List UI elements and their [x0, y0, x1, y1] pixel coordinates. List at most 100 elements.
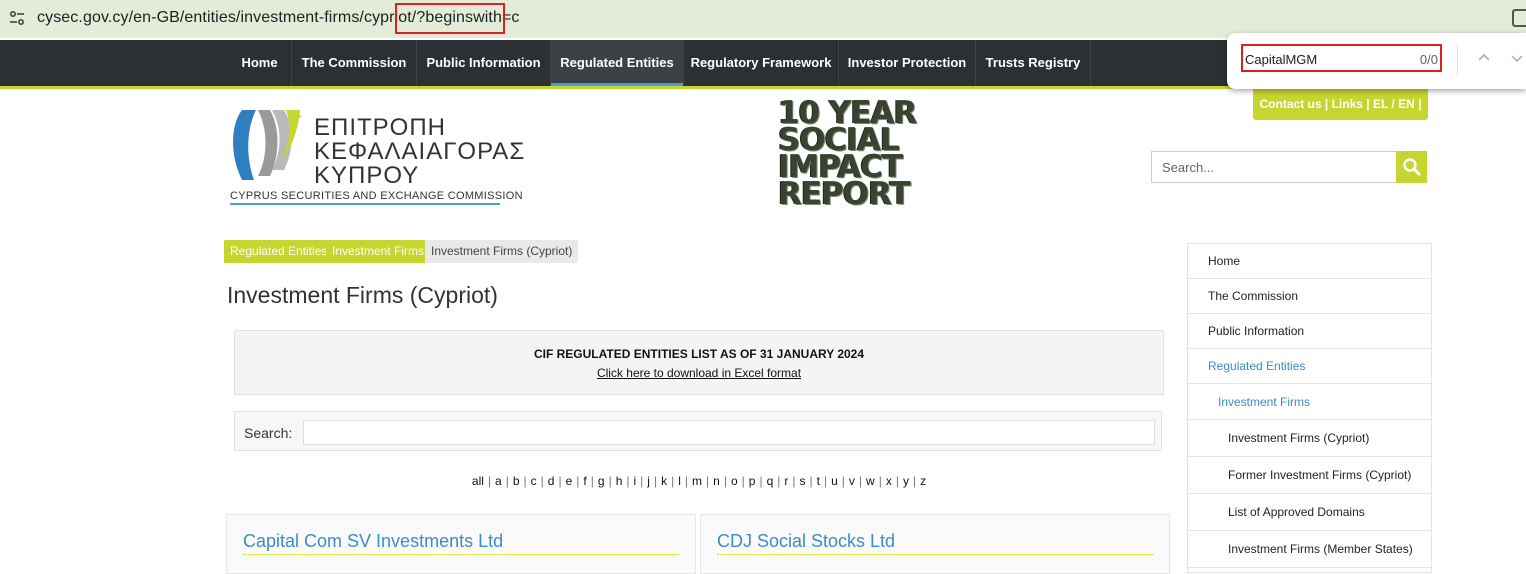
find-separator [1457, 45, 1458, 75]
alphabet-letter-u[interactable]: u [831, 474, 838, 488]
sidebar-item-public-information[interactable]: Public Information [1188, 314, 1431, 349]
logo-line-2: ΚΕΦΑΛΑΙΑΓΟΡΑΣ [314, 138, 526, 165]
alphabet-separator: | [706, 474, 710, 488]
sidebar-item-home[interactable]: Home [1188, 244, 1431, 279]
sidebar-item-regulated-entities[interactable]: Regulated Entities [1188, 349, 1431, 384]
site-search-button[interactable] [1396, 151, 1427, 183]
logo-subtitle: CYPRUS SECURITIES AND EXCHANGE COMMISSIO… [230, 190, 523, 202]
sidebar-item-investment-firms-member-states[interactable]: Investment Firms (Member States) [1188, 531, 1431, 568]
alphabet-letter-all[interactable]: all [472, 474, 484, 488]
alphabet-separator: | [912, 474, 917, 488]
firm-card-title[interactable]: Capital Com SV Investments Ltd [243, 531, 503, 552]
language-link[interactable]: EL / EN [1373, 97, 1415, 111]
alphabet-separator: | [653, 474, 658, 488]
alphabet-letter-g[interactable]: g [598, 474, 605, 488]
alphabet-separator: | [487, 474, 492, 488]
alphabet-letter-x[interactable]: x [886, 474, 892, 488]
site-search-input[interactable] [1151, 151, 1396, 183]
alphabet-separator: | [741, 474, 745, 488]
sidebar-item-the-commission[interactable]: The Commission [1188, 279, 1431, 314]
alphabet-letter-n[interactable]: n [713, 474, 720, 488]
alphabet-separator: | [540, 474, 544, 488]
separator: | [1366, 97, 1373, 111]
alphabet-separator: | [823, 474, 828, 488]
notice-title: CIF REGULATED ENTITIES LIST AS OF 31 JAN… [533, 347, 865, 361]
download-excel-link[interactable]: Click here to download in Excel format [235, 366, 1163, 380]
nav-regulated-entities[interactable]: Regulated Entities [551, 40, 684, 86]
separator: | [1418, 97, 1422, 111]
alphabet-separator: | [878, 474, 882, 488]
logo-underline [230, 203, 500, 205]
alphabet-separator: | [723, 474, 727, 488]
firm-card: Capital Com SV Investments Ltd [226, 514, 696, 574]
alphabet-separator: | [558, 474, 562, 488]
alphabet-letter-m[interactable]: m [692, 474, 702, 488]
alphabet-separator: | [523, 474, 527, 488]
social-impact-report-banner[interactable]: 10 YEAR SOCIAL IMPACT REPORT [778, 98, 924, 212]
alphabet-separator: | [759, 474, 763, 488]
breadcrumb-regulated-entities[interactable]: Regulated Entities [224, 240, 334, 263]
page-title: Investment Firms (Cypriot) [227, 282, 498, 308]
alphabet-letter-c[interactable]: c [531, 474, 537, 488]
chevron-down-icon[interactable] [1510, 51, 1524, 65]
alphabet-separator: | [684, 474, 689, 488]
breadcrumb-current: Investment Firms (Cypriot) [425, 240, 579, 263]
firm-search-label: Search: [244, 425, 293, 441]
firm-search-input[interactable] [303, 420, 1155, 445]
find-count: 0/0 [1419, 52, 1438, 67]
nav-the-commission[interactable]: The Commission [292, 40, 417, 86]
alphabet-letter-b[interactable]: b [513, 474, 520, 488]
alphabet-separator: | [895, 474, 899, 488]
logo-line-1: ΕΠΙΤΡΟΠΗ [314, 114, 447, 141]
sidebar-item-former-investment-firms-cypriot[interactable]: Former Investment Firms (Cypriot) [1188, 457, 1431, 494]
firm-card: CDJ Social Stocks Ltd [700, 514, 1170, 574]
alphabet-separator: | [590, 474, 594, 488]
sidebar-item-investment-firms[interactable]: Investment Firms [1188, 384, 1431, 420]
firm-search-panel: Search: [234, 411, 1162, 451]
site-info-icon[interactable] [8, 9, 26, 27]
alphabet-letter-z[interactable]: z [920, 474, 926, 488]
alphabet-separator: | [671, 474, 675, 488]
alphabet-letter-o[interactable]: o [731, 474, 738, 488]
url-query-highlight [395, 3, 505, 34]
nav-regulatory-framework[interactable]: Regulatory Framework [684, 40, 839, 86]
alphabet-separator: | [792, 474, 796, 488]
alphabet-separator: | [505, 474, 509, 488]
alphabet-separator: | [640, 474, 644, 488]
nav-public-information[interactable]: Public Information [417, 40, 551, 86]
search-icon [1403, 158, 1421, 176]
alphabet-separator: | [777, 474, 781, 488]
find-bar: CapitalMGM 0/0 [1227, 33, 1526, 89]
alphabet-separator: | [626, 474, 630, 488]
contact-links-bar: Contact us | Links | EL / EN | [1253, 89, 1428, 120]
links-link[interactable]: Links [1332, 97, 1363, 111]
alphabet-separator: | [809, 474, 813, 488]
nav-trusts-registry[interactable]: Trusts Registry [976, 40, 1091, 86]
logo-line-3: ΚΥΠΡΟΥ [314, 162, 420, 189]
sidebar-item-list-of-approved-domains[interactable]: List of Approved Domains [1188, 494, 1431, 531]
cif-list-notice: CIF REGULATED ENTITIES LIST AS OF 31 JAN… [234, 330, 1164, 395]
firm-card-title[interactable]: CDJ Social Stocks Ltd [717, 531, 895, 552]
contact-us-link[interactable]: Contact us [1260, 97, 1322, 111]
alphabet-separator: | [608, 474, 612, 488]
alphabet-letter-a[interactable]: a [495, 474, 502, 488]
find-input[interactable]: CapitalMGM 0/0 [1241, 44, 1442, 72]
alphabet-separator: | [576, 474, 580, 488]
separator: | [1324, 97, 1332, 111]
cysec-logo[interactable]: ΕΠΙΤΡΟΠΗ ΚΕΦΑΛΑΙΑΓΟΡΑΣ ΚΥΠΡΟΥ CYPRUS SEC… [228, 104, 524, 208]
alphabet-letter-s[interactable]: s [800, 474, 806, 488]
chevron-up-icon[interactable] [1477, 51, 1491, 65]
nav-investor-protection[interactable]: Investor Protection [839, 40, 976, 86]
sidebar-item-investment-firms-cypriot[interactable]: Investment Firms (Cypriot) [1188, 420, 1431, 457]
find-query: CapitalMGM [1245, 52, 1318, 67]
nav-home[interactable]: Home [228, 40, 292, 86]
card-divider [717, 554, 1153, 555]
card-divider [243, 554, 679, 555]
breadcrumb-investment-firms[interactable]: Investment Firms [326, 240, 431, 263]
logo-mark-icon [233, 110, 302, 180]
sidebar-menu: Home The Commission Public Information Regu… [1187, 243, 1432, 573]
alphabet-separator: | [858, 474, 863, 488]
report-line: REPORT [778, 176, 911, 212]
extension-icon[interactable] [1512, 9, 1526, 27]
alphabet-letter-w[interactable]: w [866, 474, 875, 488]
